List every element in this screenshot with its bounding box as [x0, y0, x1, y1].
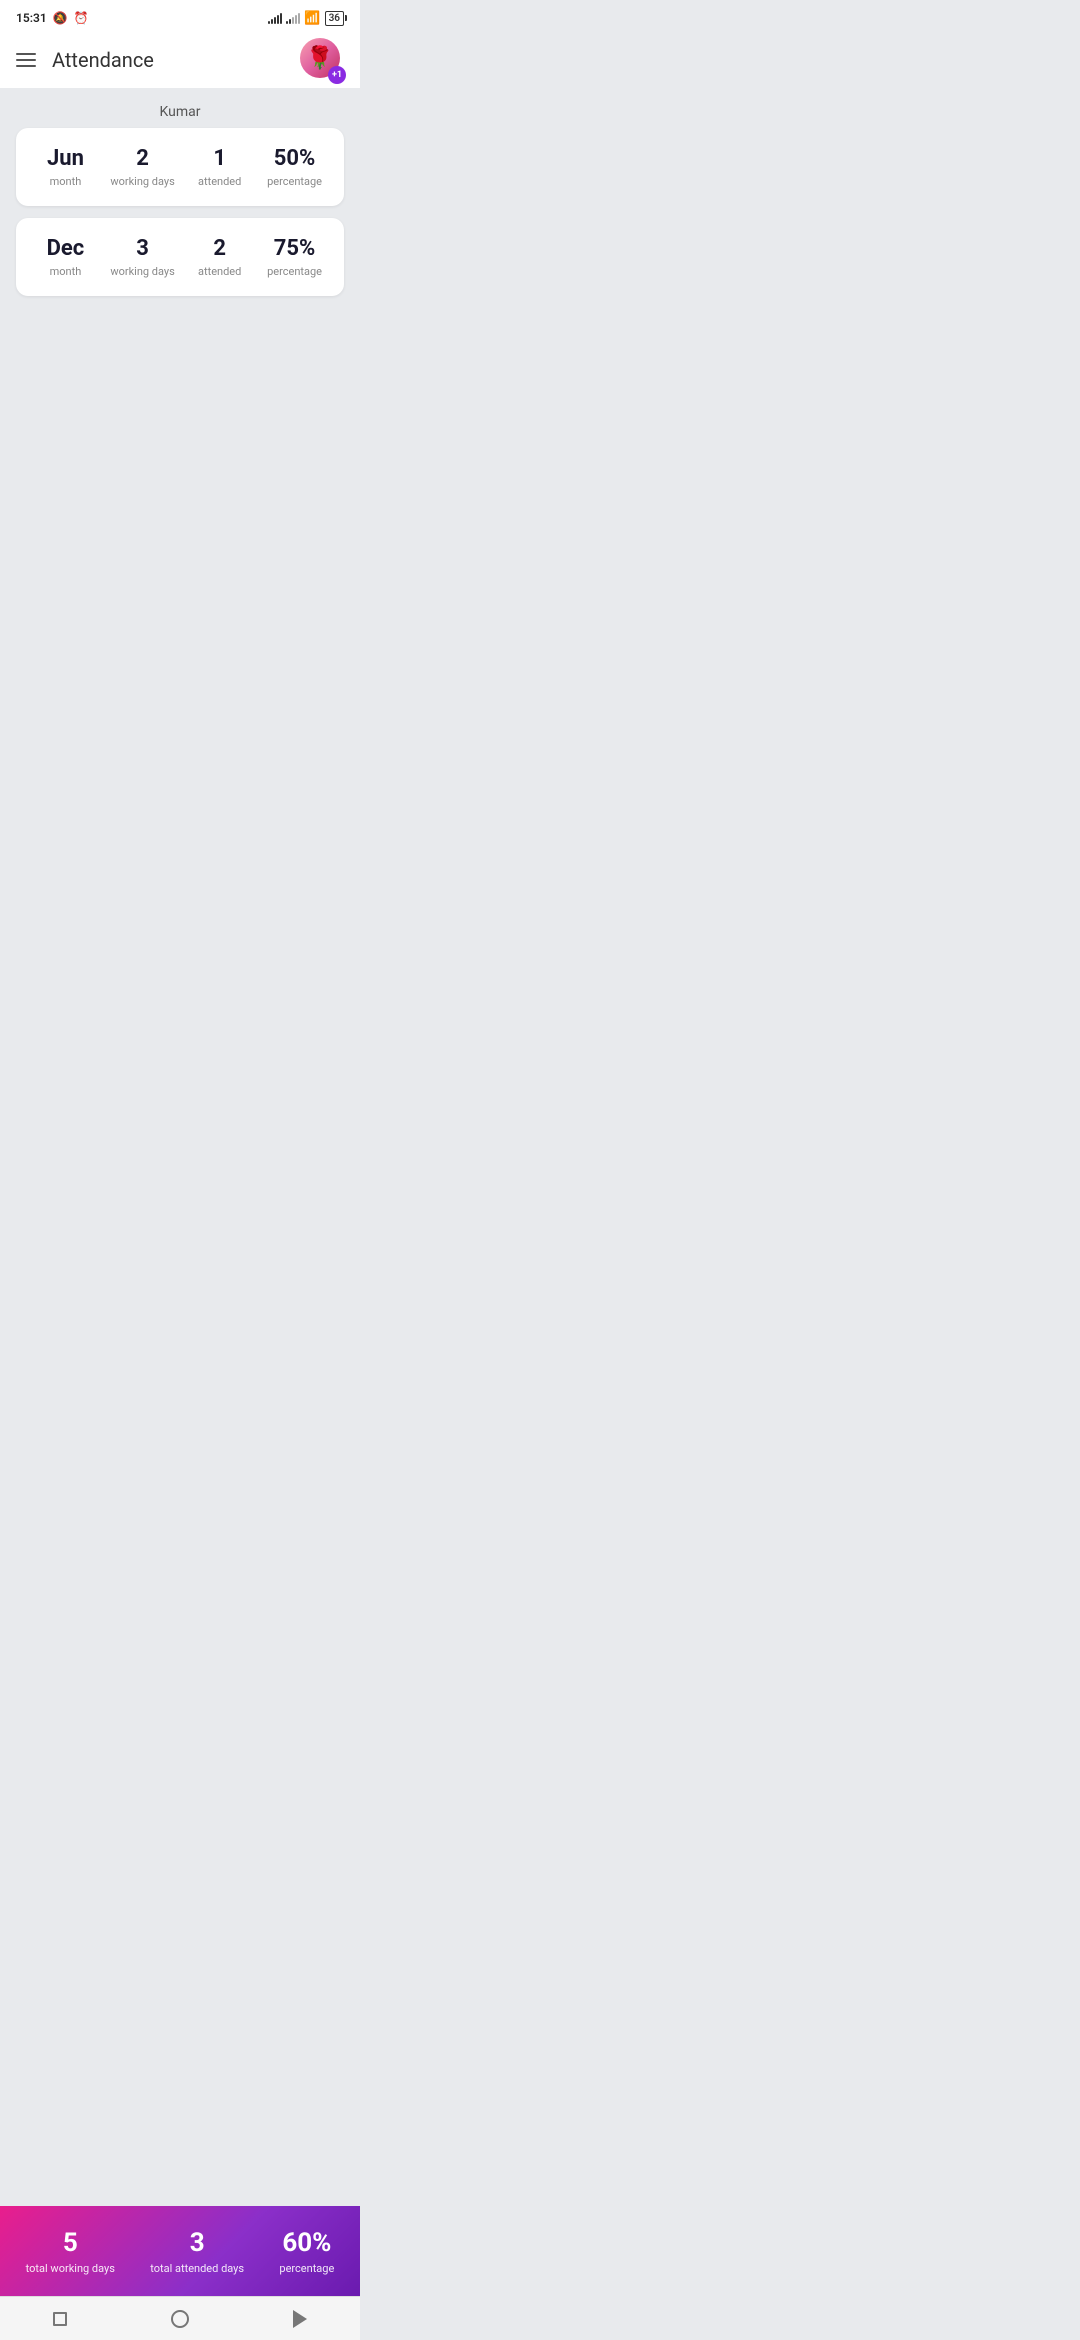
nav-home-button[interactable] — [166, 2305, 194, 2333]
card-col-month-jun: Jun month — [35, 146, 95, 188]
jun-percentage-value: 50% — [274, 146, 316, 171]
app-header: Attendance 🌹 +1 — [0, 32, 360, 88]
total-attended-days-label: total attended days — [150, 2262, 244, 2275]
page-title: Attendance — [52, 48, 154, 72]
card-col-percentage-jun: 50% percentage — [265, 146, 325, 188]
status-time-section: 15:31 🔕 ⏰ — [16, 11, 89, 25]
dec-working-days-label: working days — [110, 265, 175, 278]
summary-attended-days-col: 3 total attended days — [150, 2228, 244, 2275]
card-col-month-dec: Dec month — [35, 236, 95, 278]
nav-back-button[interactable] — [286, 2305, 314, 2333]
jun-percentage-label: percentage — [267, 175, 322, 188]
jun-working-days-label: working days — [110, 175, 175, 188]
alarm-icon: ⏰ — [74, 11, 89, 25]
dec-working-days-value: 3 — [136, 236, 149, 261]
signal-strength-2-icon — [286, 12, 300, 24]
summary-percentage-col: 60% percentage — [279, 2228, 334, 2275]
hamburger-menu-button[interactable] — [16, 53, 36, 67]
jun-working-days-value: 2 — [136, 146, 149, 171]
card-col-attended-jun: 1 attended — [190, 146, 250, 188]
jun-month-label: month — [50, 175, 82, 188]
home-icon — [171, 2310, 189, 2328]
attendance-card-dec: Dec month 3 working days 2 attended 75% … — [16, 218, 344, 296]
status-icons-section: 📶 36 — [268, 11, 344, 26]
signal-strength-1-icon — [268, 12, 282, 24]
nav-bar — [0, 2296, 360, 2340]
back-icon — [293, 2310, 307, 2328]
card-row-jun: Jun month 2 working days 1 attended 50% … — [28, 146, 332, 188]
wifi-icon: 📶 — [304, 11, 320, 26]
card-row-dec: Dec month 3 working days 2 attended 75% … — [28, 236, 332, 278]
time-display: 15:31 — [16, 11, 47, 25]
battery-icon: 36 — [325, 11, 344, 26]
mute-icon: 🔕 — [53, 11, 68, 25]
nav-recent-button[interactable] — [46, 2305, 74, 2333]
dec-percentage-label: percentage — [267, 265, 322, 278]
status-bar: 15:31 🔕 ⏰ 📶 36 — [0, 0, 360, 32]
total-working-days-label: total working days — [26, 2262, 115, 2275]
card-col-working-jun: 2 working days — [110, 146, 175, 188]
card-col-percentage-dec: 75% percentage — [265, 236, 325, 278]
total-attended-days-value: 3 — [190, 2228, 205, 2258]
card-col-working-dec: 3 working days — [110, 236, 175, 278]
total-working-days-value: 5 — [63, 2228, 78, 2258]
avatar-badge: +1 — [328, 66, 346, 84]
card-col-attended-dec: 2 attended — [190, 236, 250, 278]
dec-attended-label: attended — [198, 265, 241, 278]
recent-icon — [53, 2312, 67, 2326]
student-name: Kumar — [16, 96, 344, 128]
avatar-container[interactable]: 🌹 +1 — [300, 38, 344, 82]
main-content: Kumar Jun month 2 working days 1 attende… — [0, 88, 360, 316]
header-left: Attendance — [16, 48, 154, 72]
summary-working-days-col: 5 total working days — [26, 2228, 115, 2275]
footer-summary: 5 total working days 3 total attended da… — [0, 2206, 360, 2296]
dec-month-label: month — [50, 265, 82, 278]
avatar-image: 🌹 — [306, 46, 333, 71]
dec-percentage-value: 75% — [274, 236, 316, 261]
attendance-card-jun: Jun month 2 working days 1 attended 50% … — [16, 128, 344, 206]
dec-month-value: Dec — [47, 236, 85, 261]
dec-attended-value: 2 — [213, 236, 226, 261]
summary-percentage-label: percentage — [279, 2262, 334, 2275]
jun-attended-value: 1 — [213, 146, 226, 171]
jun-month-value: Jun — [47, 146, 84, 171]
summary-percentage-value: 60% — [282, 2228, 331, 2258]
jun-attended-label: attended — [198, 175, 241, 188]
